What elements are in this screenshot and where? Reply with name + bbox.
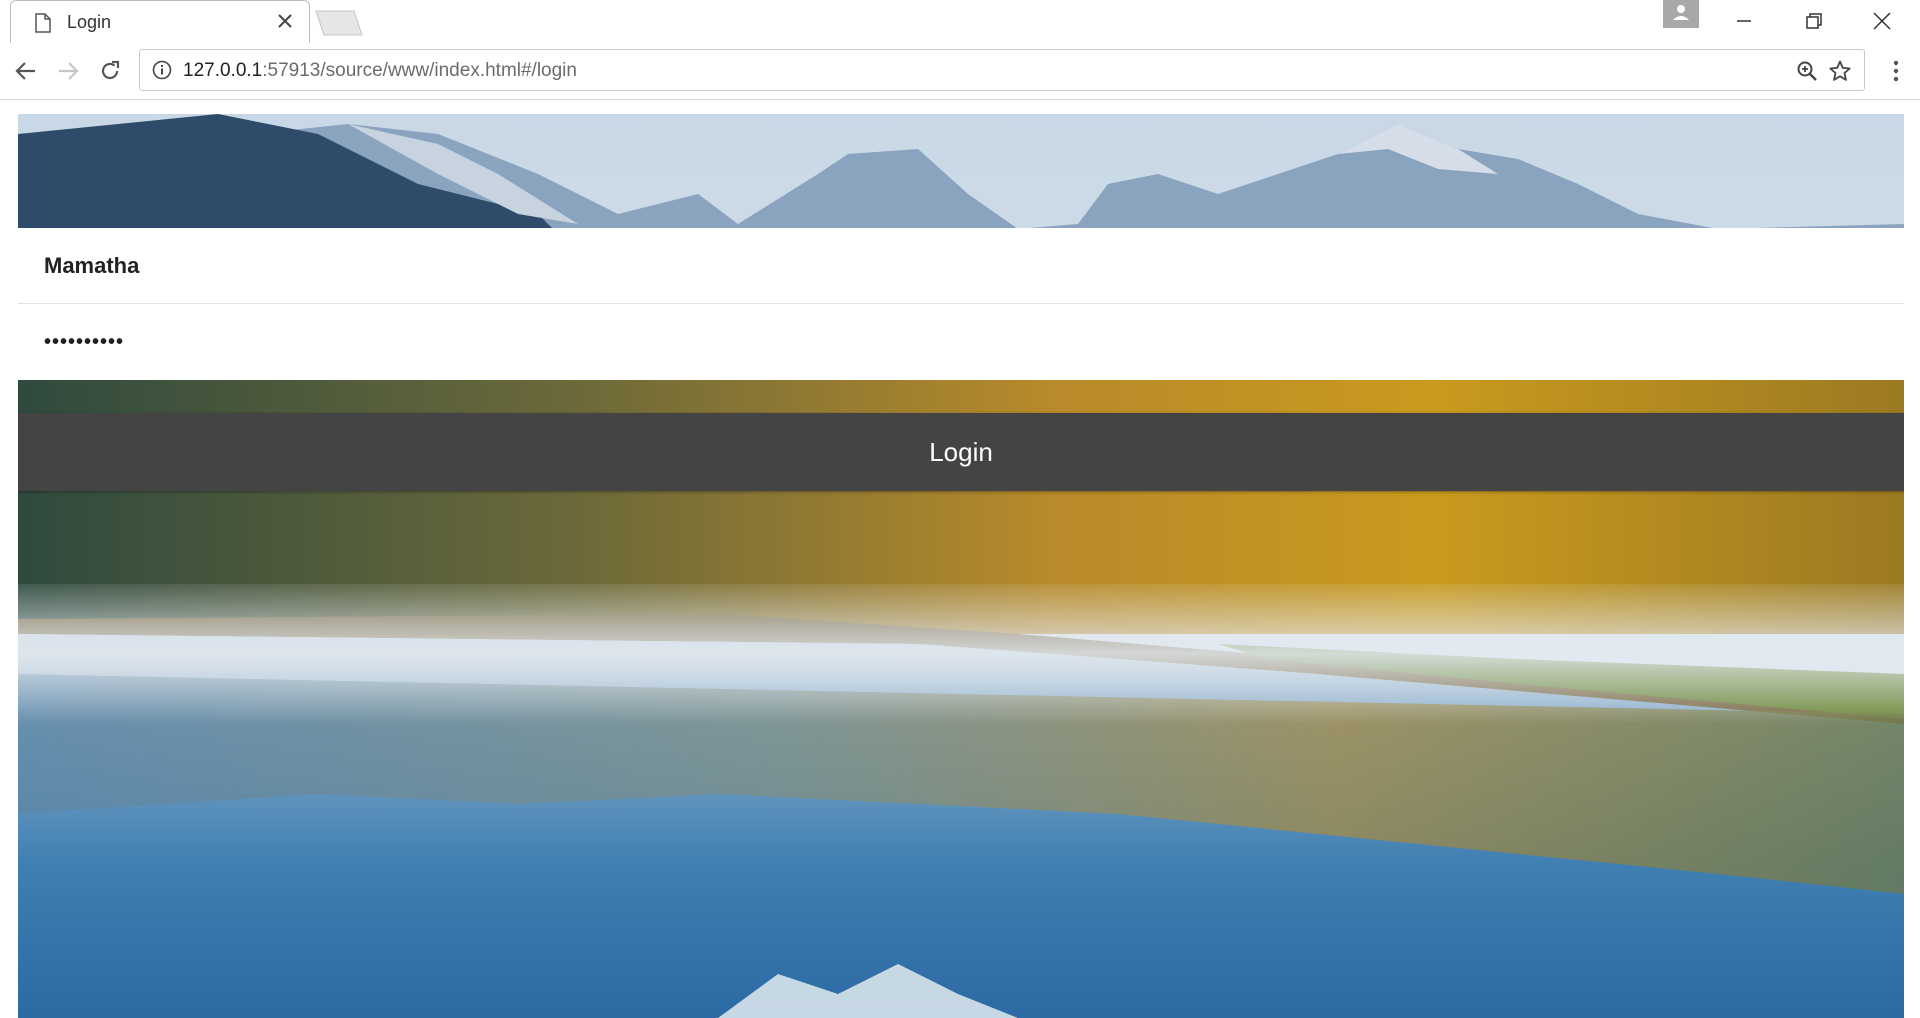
kebab-menu-icon[interactable]: [1884, 57, 1908, 85]
password-field[interactable]: [18, 304, 1904, 380]
login-button[interactable]: Login: [18, 413, 1904, 491]
profile-icon[interactable]: [1663, 0, 1699, 28]
password-input[interactable]: [44, 304, 1864, 380]
browser-toolbar: 127.0.0.1:57913/source/www/index.html#/l…: [0, 43, 1920, 100]
minimize-button[interactable]: [1714, 0, 1774, 42]
page-content: Login: [18, 114, 1904, 1018]
reload-icon: [101, 60, 120, 80]
zoom-icon[interactable]: [1796, 60, 1818, 82]
restore-button[interactable]: [1784, 0, 1844, 42]
document-icon: [35, 13, 51, 33]
browser-tab[interactable]: Login: [10, 0, 310, 43]
url-text: 127.0.0.1:57913/source/www/index.html#/l…: [183, 60, 577, 81]
tab-strip: Login: [0, 0, 1920, 43]
reload-button[interactable]: [96, 57, 124, 85]
username-field[interactable]: [18, 228, 1904, 304]
window-close-button[interactable]: [1852, 0, 1912, 42]
forward-button[interactable]: [54, 57, 82, 85]
new-tab-button[interactable]: [314, 10, 364, 36]
close-icon[interactable]: [275, 11, 295, 31]
back-arrow-icon: [15, 62, 35, 80]
username-input[interactable]: [44, 228, 1864, 304]
tab-title: Login: [67, 12, 112, 32]
forward-arrow-icon: [59, 62, 79, 80]
address-bar[interactable]: 127.0.0.1:57913/source/www/index.html#/l…: [139, 49, 1865, 91]
info-icon[interactable]: [152, 60, 172, 80]
back-button[interactable]: [12, 57, 40, 85]
star-icon[interactable]: [1828, 59, 1852, 83]
